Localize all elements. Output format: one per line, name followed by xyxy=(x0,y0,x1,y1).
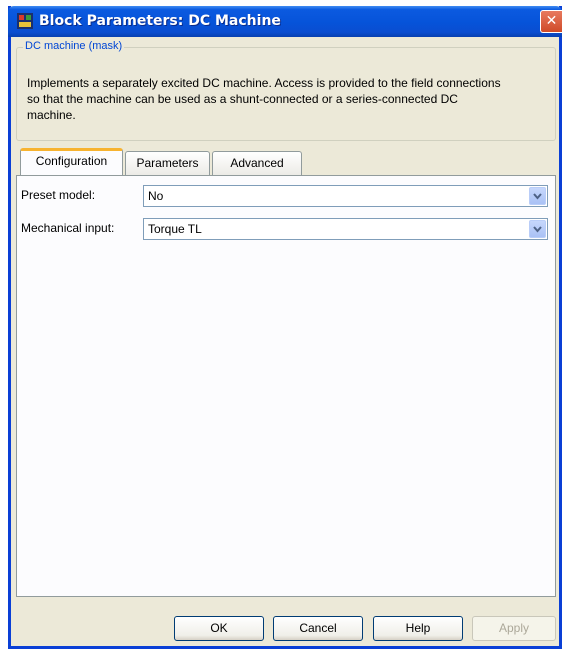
tab-configuration[interactable]: Configuration xyxy=(20,148,123,175)
dialog-window: Block Parameters: DC Machine ✕ DC machin… xyxy=(8,6,562,649)
mechanical-input-value: Torque TL xyxy=(148,222,202,236)
apply-button: Apply xyxy=(472,616,556,641)
simulink-block-icon xyxy=(17,13,33,29)
cancel-button[interactable]: Cancel xyxy=(273,616,363,641)
tab-advanced-label: Advanced xyxy=(230,156,284,170)
close-button[interactable]: ✕ xyxy=(540,10,562,33)
close-icon: ✕ xyxy=(545,13,558,29)
mask-description: Implements a separately excited DC machi… xyxy=(27,76,501,122)
mechanical-input-label: Mechanical input: xyxy=(21,221,115,235)
help-button[interactable]: Help xyxy=(373,616,463,641)
ok-button[interactable]: OK xyxy=(174,616,264,641)
tab-parameters-label: Parameters xyxy=(136,156,199,170)
preset-model-value: No xyxy=(148,189,164,203)
mask-group-title: DC machine (mask) xyxy=(23,40,125,52)
window-title: Block Parameters: DC Machine xyxy=(39,13,281,29)
mechanical-input-dropdown[interactable]: Torque TL xyxy=(143,218,548,240)
preset-model-label: Preset model: xyxy=(21,188,96,202)
mask-group: DC machine (mask) Implements a separatel… xyxy=(16,40,556,141)
configuration-panel: Preset model: No Mechanical input: Torqu… xyxy=(16,175,556,597)
tab-parameters[interactable]: Parameters xyxy=(125,151,210,175)
chevron-down-icon[interactable] xyxy=(529,187,546,205)
tab-advanced[interactable]: Advanced xyxy=(212,151,302,175)
chevron-down-icon[interactable] xyxy=(529,220,546,238)
tab-configuration-label: Configuration xyxy=(35,154,108,168)
title-bar[interactable]: Block Parameters: DC Machine ✕ xyxy=(8,6,562,37)
preset-model-dropdown[interactable]: No xyxy=(143,185,548,207)
